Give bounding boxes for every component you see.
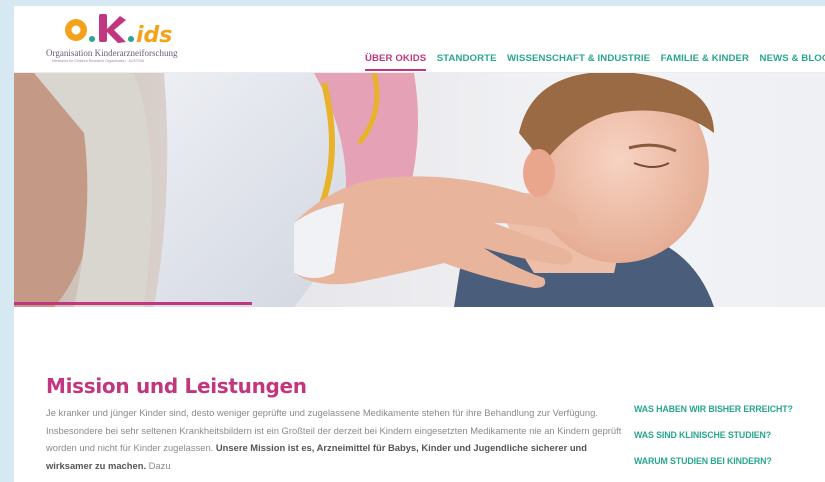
nav-item-standorte[interactable]: STANDORTE <box>437 53 497 64</box>
main-nav: ÜBER OKIDS STANDORTE WISSENSCHAFT & INDU… <box>365 48 825 71</box>
logo-mark: ids <box>65 14 172 46</box>
page: ids Organisation Kinderarzneiforschung M… <box>14 6 825 482</box>
intro-text-tail: Dazu <box>146 459 171 471</box>
nav-item-news-blog[interactable]: NEWS & BLOG <box>760 53 825 64</box>
logo-text: ids <box>136 23 172 46</box>
site-header: ids Organisation Kinderarzneiforschung M… <box>14 6 825 73</box>
logo-title: Organisation Kinderarzneiforschung <box>46 48 178 58</box>
hero-image <box>14 73 825 307</box>
nav-item-wissenschaft-industrie[interactable]: WISSENSCHAFT & INDUSTRIE <box>507 53 650 64</box>
side-link-studien-bei-kindern[interactable]: WARUM STUDIEN BEI KINDERN? <box>634 456 793 466</box>
side-link-erreicht[interactable]: WAS HABEN WIR BISHER ERREICHT? <box>634 404 793 414</box>
okids-logo[interactable]: ids Organisation Kinderarzneiforschung M… <box>46 12 206 68</box>
intro-paragraph: Je kranker und jünger Kinder sind, desto… <box>46 404 622 474</box>
logo-subtitle: Medicines for Children Research Organisa… <box>52 59 145 63</box>
side-link-list: WAS HABEN WIR BISHER ERREICHT? WAS SIND … <box>634 404 793 482</box>
page-title: Mission und Leistungen <box>46 374 307 398</box>
hero-illustration <box>14 73 825 307</box>
side-link-klinische-studien[interactable]: WAS SIND KLINISCHE STUDIEN? <box>634 430 793 440</box>
nav-item-ueber-okids[interactable]: ÜBER OKIDS <box>365 53 427 71</box>
hero-accent-bar <box>14 302 252 305</box>
nav-item-familie-kinder[interactable]: FAMILIE & KINDER <box>661 53 749 64</box>
